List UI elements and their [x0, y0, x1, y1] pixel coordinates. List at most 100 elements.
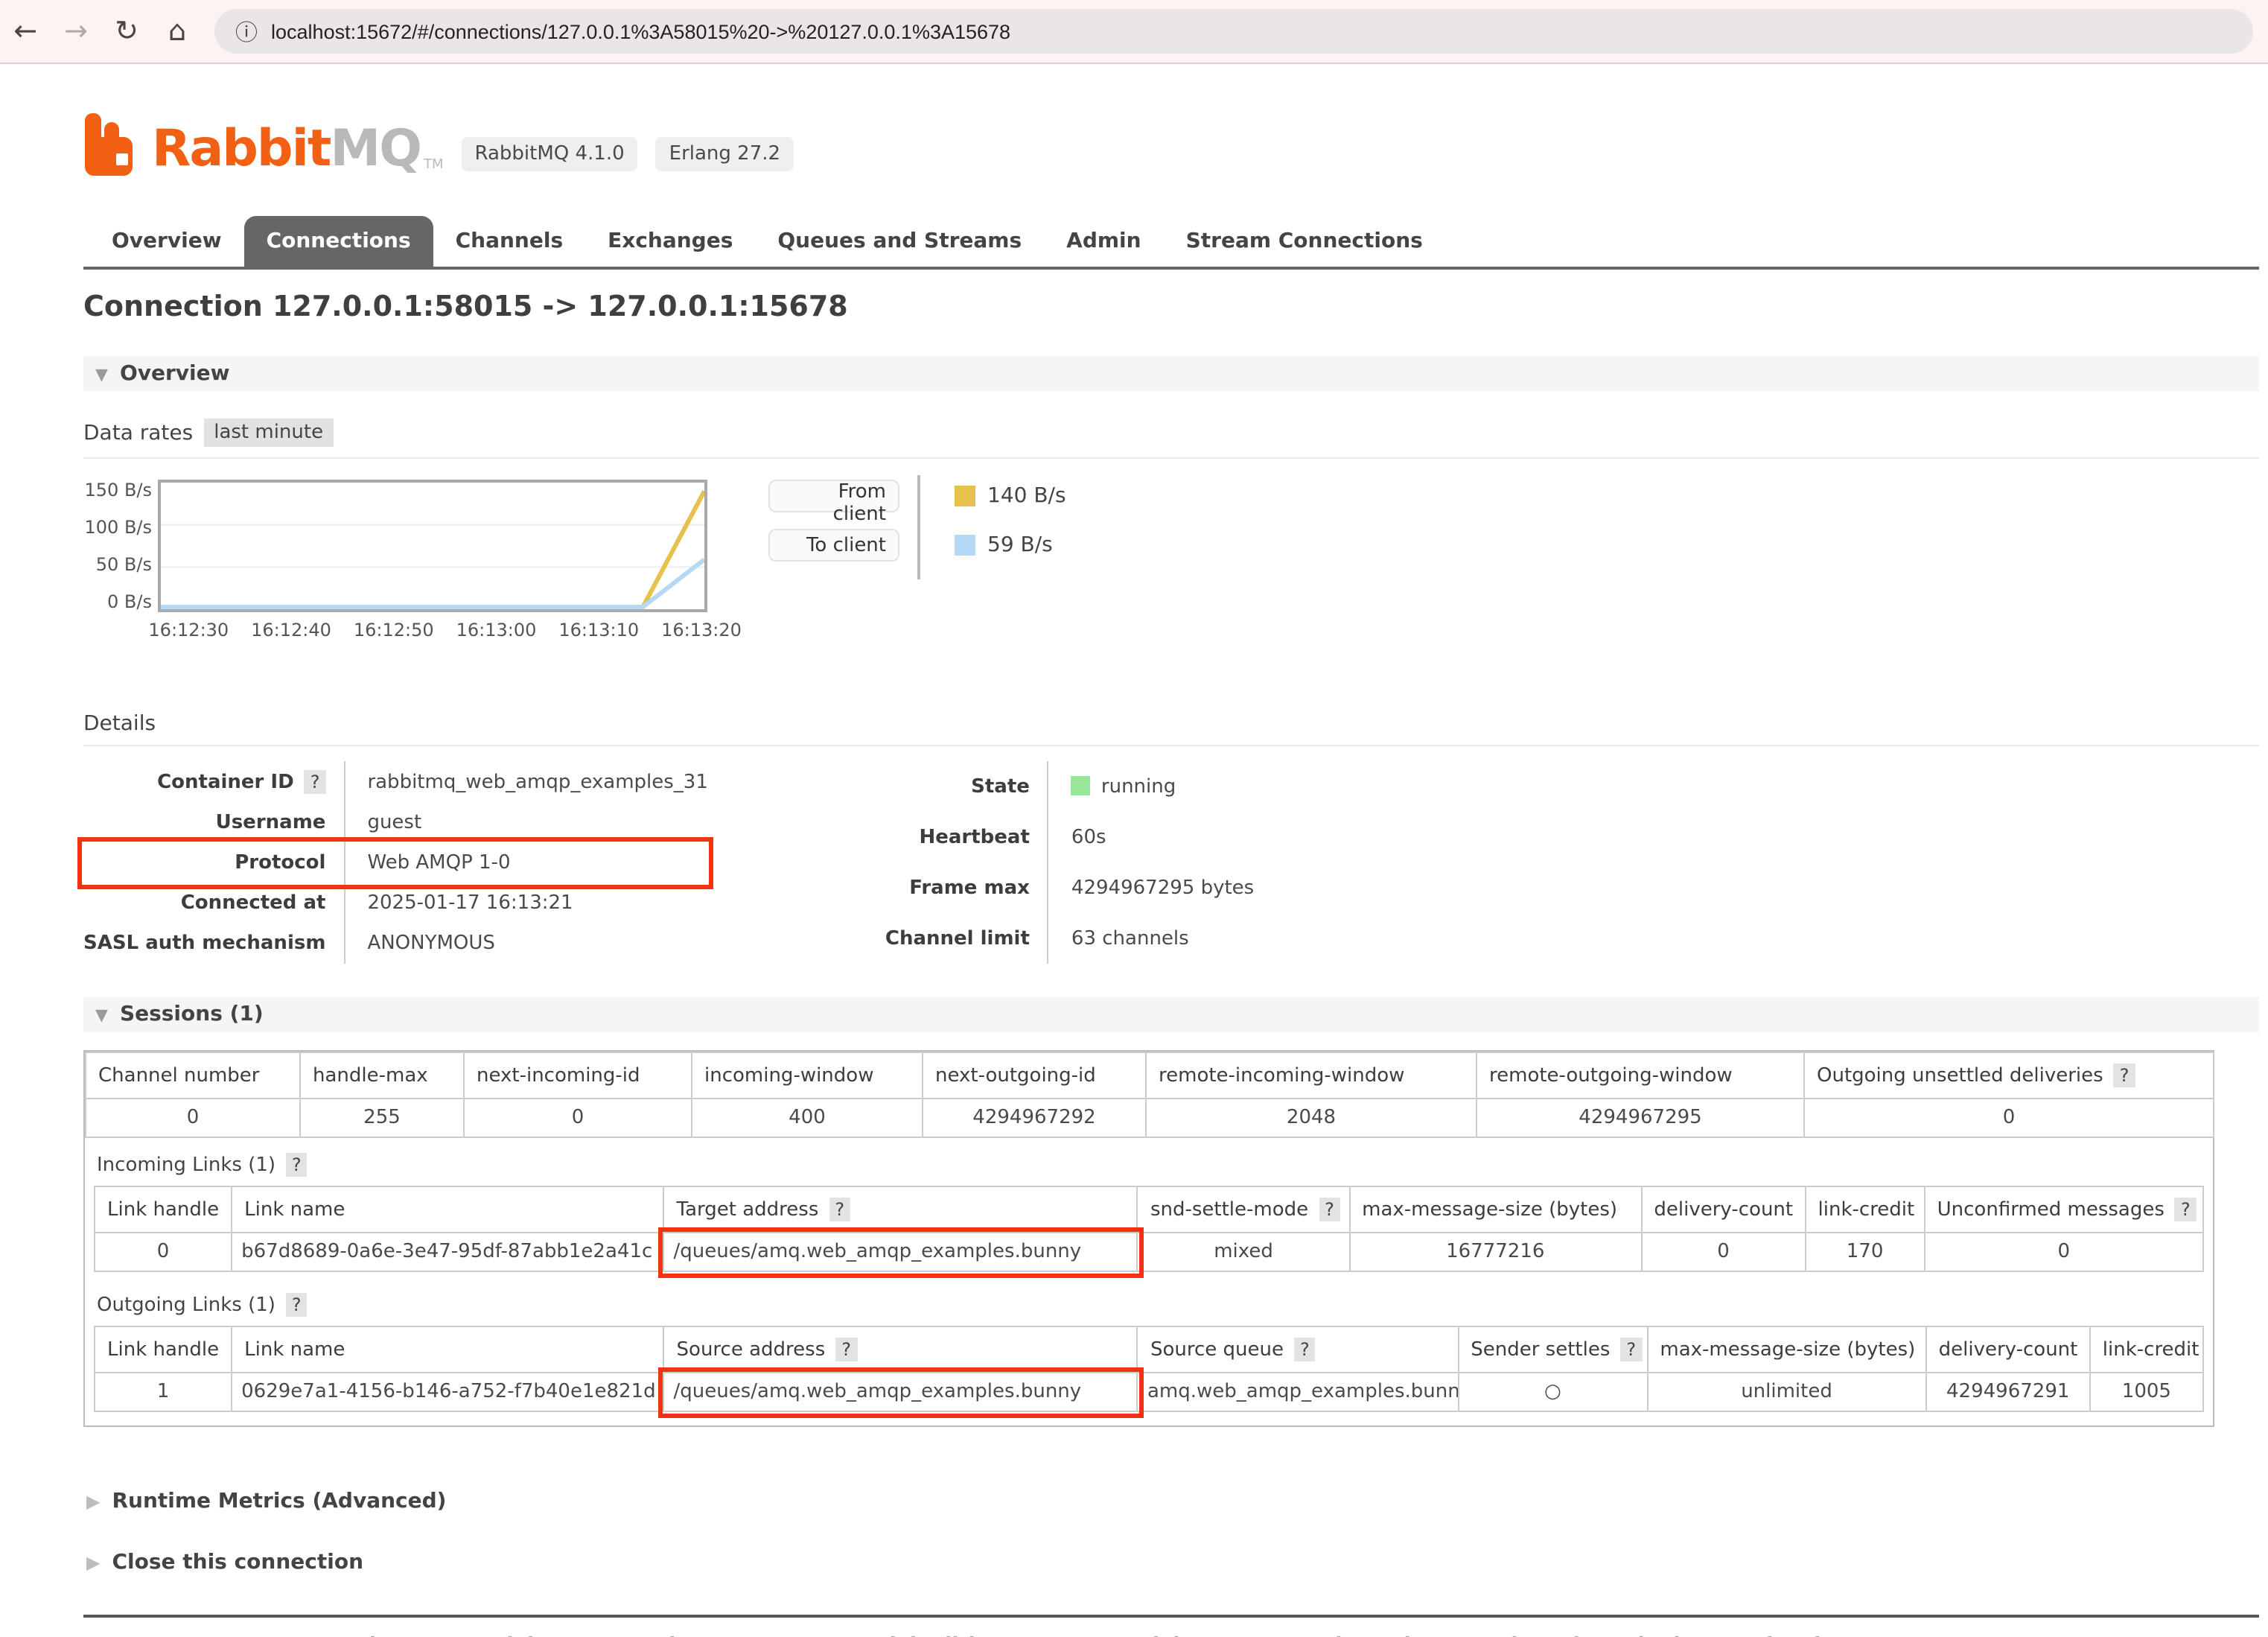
col-link-credit: link-credit — [2090, 1326, 2203, 1373]
cell-link-handle: 0 — [95, 1233, 232, 1271]
footer-link-commercial-support[interactable]: Commercial support — [1047, 1634, 1275, 1637]
rate-mode-selector[interactable]: last minute — [203, 419, 334, 447]
footer-link-plugins[interactable]: Plugins — [1623, 1634, 1707, 1637]
to-client-rate: 59 B/s — [987, 533, 1053, 557]
channel-limit-value: 63 channels — [1048, 913, 1254, 964]
tab-exchanges[interactable]: Exchanges — [585, 216, 755, 267]
chart-legend: From client 140 B/s To client 59 B/s — [768, 480, 1066, 578]
cell-source-queue: amq.web_amqp_examples.bunny — [1138, 1373, 1458, 1411]
chevron-down-icon: ▼ — [95, 1005, 108, 1024]
channel-limit-label: Channel limit — [851, 913, 1048, 964]
connected-at-label: Connected at — [83, 883, 344, 924]
help-icon[interactable]: ? — [2175, 1198, 2197, 1221]
col-delivery-count: delivery-count — [1926, 1326, 2090, 1373]
footer-link-documentation[interactable]: Documentation — [231, 1634, 404, 1637]
col-remote-outgoing-window: remote-outgoing-window — [1477, 1052, 1804, 1099]
reload-icon[interactable]: ↻ — [101, 15, 152, 48]
sessions-section-toggle[interactable]: ▼ Sessions (1) — [83, 996, 2259, 1032]
to-client-swatch — [955, 535, 975, 556]
incoming-links-table: Link handle Link name Target address? sn… — [94, 1186, 2204, 1272]
tab-connections[interactable]: Connections — [244, 216, 433, 267]
help-icon[interactable]: ? — [835, 1338, 857, 1361]
divider — [83, 457, 2259, 459]
screen: ← → ↻ ⌂ ⓘ localhost:15672/#/connections/… — [0, 0, 2268, 1637]
col-source-address: Source address? — [664, 1326, 1138, 1373]
rabbitmq-logo[interactable]: RabbitMQ TM — [83, 112, 443, 177]
cell-link-name: b67d8689-0a6e-3e47-95df-87abb1e2a41c — [232, 1233, 663, 1271]
footer-link-discussions[interactable]: Discussions — [1319, 1634, 1451, 1637]
footer-link-discord[interactable]: Discord — [1494, 1634, 1580, 1637]
target-address-label: Target address — [677, 1199, 819, 1221]
help-icon[interactable]: ? — [2114, 1064, 2135, 1087]
main-nav-tabs: Overview Connections Channels Exchanges … — [83, 216, 2259, 270]
session-header-row: Channel number handle-max next-incoming-… — [86, 1052, 2214, 1099]
help-icon[interactable]: ? — [1620, 1338, 1642, 1361]
site-info-icon[interactable]: ⓘ — [235, 16, 258, 47]
frame-max-value: 4294967295 bytes — [1048, 862, 1254, 913]
chart-y-axis: 150 B/s100 B/s50 B/s0 B/s — [83, 480, 158, 612]
runtime-metrics-title: Runtime Metrics (Advanced) — [112, 1490, 446, 1513]
data-rates-row: Data rates last minute — [83, 419, 2259, 447]
masthead: RabbitMQ TM RabbitMQ 4.1.0 Erlang 27.2 — [83, 106, 2259, 177]
col-max-message-size: max-message-size (bytes) — [1647, 1326, 1925, 1373]
to-client-button[interactable]: To client — [768, 529, 899, 562]
cell-target-address-annotated: /queues/amq.web_amqp_examples.bunny — [664, 1233, 1138, 1271]
tab-stream-connections[interactable]: Stream Connections — [1164, 216, 1445, 267]
container-id-value: rabbitmq_web_amqp_examples_31 — [344, 761, 707, 803]
cell-source-address-annotated: /queues/amq.web_amqp_examples.bunny — [664, 1373, 1138, 1411]
home-icon[interactable]: ⌂ — [152, 15, 203, 48]
help-icon[interactable]: ? — [305, 770, 326, 794]
cell-handle-max: 255 — [300, 1099, 464, 1137]
cell-incoming-window: 400 — [692, 1099, 923, 1137]
footer-link-http-api[interactable]: HTTP API — [83, 1634, 188, 1637]
footer-link-new-releases[interactable]: New releases — [589, 1634, 740, 1637]
footer-link-github[interactable]: GitHub — [1750, 1634, 1828, 1637]
sessions-section-title: Sessions (1) — [120, 1002, 264, 1026]
help-icon[interactable]: ? — [286, 1153, 308, 1177]
detail-row-container-id: Container ID? rabbitmq_web_amqp_examples… — [83, 761, 708, 803]
address-bar[interactable]: ⓘ localhost:15672/#/connections/127.0.0.… — [214, 9, 2253, 54]
col-link-handle: Link handle — [95, 1326, 232, 1373]
cell-next-incoming-id: 0 — [464, 1099, 692, 1137]
tab-overview[interactable]: Overview — [89, 216, 244, 267]
cell-next-outgoing-id: 4294967292 — [923, 1099, 1146, 1137]
from-client-button[interactable]: From client — [768, 480, 899, 512]
from-client-rate: 140 B/s — [987, 484, 1066, 508]
close-connection-toggle[interactable]: ▶ Close this connection — [83, 1551, 2259, 1574]
help-icon[interactable]: ? — [829, 1198, 850, 1221]
legend-row-from-client: From client 140 B/s — [768, 480, 1066, 512]
col-unconfirmed-messages: Unconfirmed messages? — [1925, 1186, 2203, 1233]
col-channel-number: Channel number — [86, 1052, 300, 1099]
help-icon[interactable]: ? — [1294, 1338, 1316, 1361]
from-client-swatch — [955, 486, 975, 506]
tab-channels[interactable]: Channels — [433, 216, 586, 267]
help-icon[interactable]: ? — [286, 1293, 308, 1317]
col-next-incoming-id: next-incoming-id — [464, 1052, 692, 1099]
chevron-down-icon: ▼ — [95, 364, 108, 384]
data-rates-chart: 150 B/s100 B/s50 B/s0 B/s 16:12:3016:12:… — [83, 480, 2259, 641]
chart-x-axis: 16:12:3016:12:4016:12:5016:13:0016:13:10… — [158, 612, 701, 639]
overview-section-toggle[interactable]: ▼ Overview — [83, 356, 2259, 392]
source-queue-label: Source queue — [1150, 1339, 1284, 1361]
runtime-metrics-toggle[interactable]: ▶ Runtime Metrics (Advanced) — [83, 1490, 2259, 1513]
state-value: running — [1101, 775, 1176, 798]
sasl-value: ANONYMOUS — [344, 924, 707, 964]
cell-max-message-size: unlimited — [1647, 1373, 1925, 1411]
chevron-right-icon: ▶ — [86, 1552, 100, 1573]
help-icon[interactable]: ? — [1319, 1198, 1340, 1221]
footer-link-tutorials[interactable]: Tutorials — [447, 1634, 546, 1637]
details-right-table: State running Heartbeat 60s Frame max 42… — [851, 761, 1254, 964]
back-icon[interactable]: ← — [0, 15, 51, 48]
col-next-outgoing-id: next-outgoing-id — [923, 1052, 1146, 1099]
cell-link-credit: 170 — [1806, 1233, 1925, 1271]
detail-row-heartbeat: Heartbeat 60s — [851, 812, 1254, 862]
tab-queues-and-streams[interactable]: Queues and Streams — [755, 216, 1044, 267]
footer-link-commercial-edition[interactable]: Commercial edition — [783, 1634, 1003, 1637]
forward-icon[interactable]: → — [51, 15, 101, 48]
tab-admin[interactable]: Admin — [1044, 216, 1163, 267]
cell-outgoing-unsettled: 0 — [1804, 1099, 2214, 1137]
heartbeat-label: Heartbeat — [851, 812, 1048, 862]
logo-text-rabbit: Rabbit — [152, 121, 330, 177]
url-text: localhost:15672/#/connections/127.0.0.1%… — [271, 20, 1010, 42]
detail-row-sasl: SASL auth mechanism ANONYMOUS — [83, 924, 708, 964]
